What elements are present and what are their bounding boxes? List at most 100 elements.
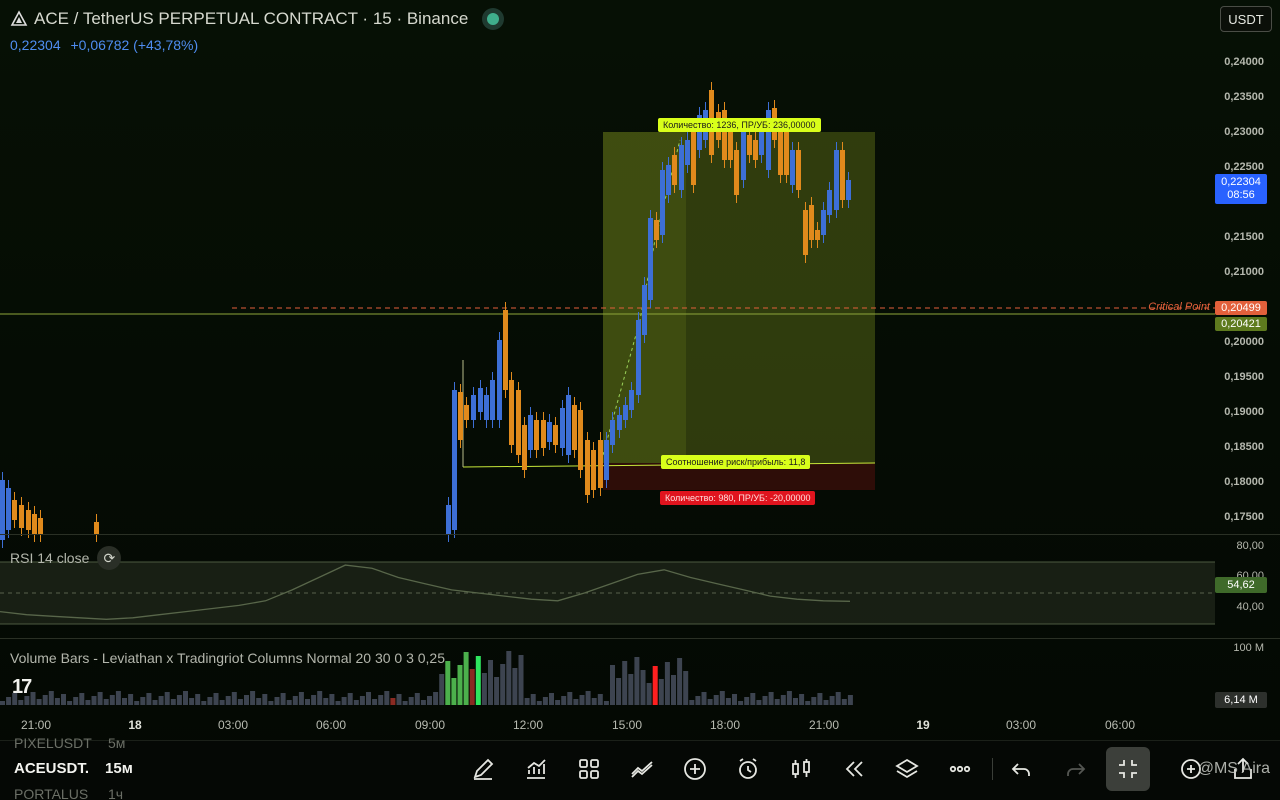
volume-bar bbox=[0, 701, 5, 705]
volume-bar bbox=[732, 694, 737, 705]
add-button[interactable] bbox=[680, 754, 710, 784]
time-tick: 09:00 bbox=[414, 718, 446, 732]
volume-bar bbox=[122, 698, 127, 705]
volume-bar bbox=[744, 697, 750, 705]
more-button[interactable] bbox=[945, 754, 975, 784]
refresh-icon[interactable]: ⟳ bbox=[97, 546, 122, 570]
toolbar-divider bbox=[992, 758, 993, 780]
volume-bar bbox=[335, 701, 341, 705]
candle-body bbox=[827, 190, 832, 215]
candle-body bbox=[617, 415, 622, 430]
volume-bar bbox=[774, 699, 780, 705]
volume-bar bbox=[140, 697, 146, 705]
candle-body bbox=[642, 285, 647, 335]
volume-bar bbox=[683, 671, 689, 705]
volume-bar bbox=[262, 694, 268, 705]
candle-body bbox=[478, 388, 483, 412]
object-tree-button[interactable] bbox=[892, 754, 922, 784]
risk-reward-chip[interactable]: Соотношение риск/прибыль: 11,8 bbox=[661, 455, 811, 469]
volume-bar bbox=[512, 668, 518, 705]
volume-bar bbox=[6, 697, 12, 705]
candle-body bbox=[94, 522, 99, 534]
currency-button[interactable]: USDT bbox=[1220, 6, 1272, 32]
compare-button[interactable] bbox=[627, 754, 657, 784]
candle-body bbox=[796, 150, 801, 190]
layouts-button[interactable] bbox=[574, 754, 604, 784]
tradingview-logo: 17 bbox=[12, 676, 32, 698]
time-tick: 21:00 bbox=[808, 718, 840, 732]
volume-bar bbox=[30, 692, 36, 705]
watchlist-row[interactable]: PIXELUSDT 5м bbox=[14, 735, 125, 751]
rsi-pane[interactable] bbox=[0, 534, 1280, 638]
volume-bar bbox=[768, 692, 774, 705]
chart-line-icon bbox=[527, 759, 546, 779]
volume-bar bbox=[244, 695, 249, 705]
volume-bar bbox=[658, 679, 664, 705]
draw-tool-button[interactable] bbox=[468, 754, 498, 784]
alert-button[interactable] bbox=[733, 754, 763, 784]
volume-tick: 100 M bbox=[1233, 642, 1264, 654]
volume-bar bbox=[292, 696, 298, 705]
volume-bar bbox=[793, 698, 798, 705]
volume-bar bbox=[841, 699, 847, 705]
redo-button[interactable] bbox=[1060, 754, 1090, 784]
undo-button[interactable] bbox=[1007, 754, 1037, 784]
critical-price-badge: 0,20499 bbox=[1215, 301, 1267, 315]
volume-legend[interactable]: Volume Bars - Leviathan x Tradingriot Co… bbox=[10, 650, 445, 666]
volume-bar bbox=[585, 691, 591, 705]
exchange-status-icon[interactable] bbox=[482, 8, 505, 30]
candle-body bbox=[578, 410, 583, 470]
watchlist-symbol: PORTALUS bbox=[14, 786, 89, 800]
volume-bar bbox=[530, 694, 536, 705]
volume-bar bbox=[713, 695, 719, 705]
collapse-icon bbox=[1119, 760, 1137, 778]
volume-bar bbox=[707, 699, 713, 705]
volume-bar bbox=[298, 692, 304, 705]
volume-bar bbox=[469, 669, 475, 705]
volume-bar bbox=[250, 691, 256, 705]
active-symbol[interactable]: ACEUSDT. 15м bbox=[14, 760, 133, 777]
volume-bar bbox=[42, 695, 48, 705]
volume-bar bbox=[219, 700, 225, 705]
candle-body bbox=[560, 408, 565, 448]
symbol-header[interactable]: ACE / TetherUS PERPETUAL CONTRACT · 15 ·… bbox=[10, 8, 505, 30]
rsi-legend[interactable]: RSI 14 close ⟳ bbox=[10, 546, 122, 570]
time-tick: 06:00 bbox=[315, 718, 347, 732]
watchlist-row[interactable]: PORTALUS 1ч bbox=[14, 786, 123, 800]
stop-chip[interactable]: Количество: 980, ПР/УБ: -20,00000 bbox=[660, 491, 816, 505]
volume-bar bbox=[799, 694, 805, 705]
volume-bar bbox=[347, 693, 353, 705]
candle-body bbox=[759, 130, 764, 155]
volume-bar bbox=[91, 696, 97, 705]
volume-bar bbox=[67, 701, 73, 705]
volume-bar bbox=[317, 691, 323, 705]
price-change: +0,06782 (+43,78%) bbox=[70, 37, 199, 53]
volume-bar bbox=[671, 675, 676, 705]
candle-body bbox=[464, 405, 469, 420]
chart-app: ACE / TetherUS PERPETUAL CONTRACT · 15 ·… bbox=[0, 0, 1280, 800]
price-tick: 0,19000 bbox=[1224, 406, 1264, 418]
volume-bar bbox=[616, 678, 622, 705]
price-tick: 0,22500 bbox=[1224, 161, 1264, 173]
volume-bar bbox=[103, 699, 109, 705]
volume-bar bbox=[597, 694, 603, 705]
volume-bar bbox=[146, 693, 152, 705]
rsi-chart bbox=[0, 561, 1215, 625]
volume-bar bbox=[817, 693, 823, 705]
candle-body bbox=[490, 380, 495, 420]
price-tick: 0,23000 bbox=[1224, 126, 1264, 138]
volume-bar bbox=[207, 697, 213, 705]
bar-countdown: 08:56 bbox=[1227, 189, 1255, 201]
indicators-button[interactable] bbox=[521, 754, 551, 784]
target-chip[interactable]: Количество: 1236, ПР/УБ: 236,00000 bbox=[658, 118, 821, 132]
fullscreen-button[interactable] bbox=[1106, 747, 1150, 791]
candle-body bbox=[672, 155, 677, 185]
volume-bar bbox=[805, 701, 811, 705]
replay-button[interactable] bbox=[839, 754, 869, 784]
candle-body bbox=[6, 488, 11, 530]
plus-circle-icon bbox=[684, 758, 706, 780]
chart-type-button[interactable] bbox=[786, 754, 816, 784]
active-timeframe[interactable]: 15м bbox=[105, 760, 133, 777]
candle-body bbox=[503, 310, 508, 390]
volume-bar bbox=[622, 661, 628, 705]
